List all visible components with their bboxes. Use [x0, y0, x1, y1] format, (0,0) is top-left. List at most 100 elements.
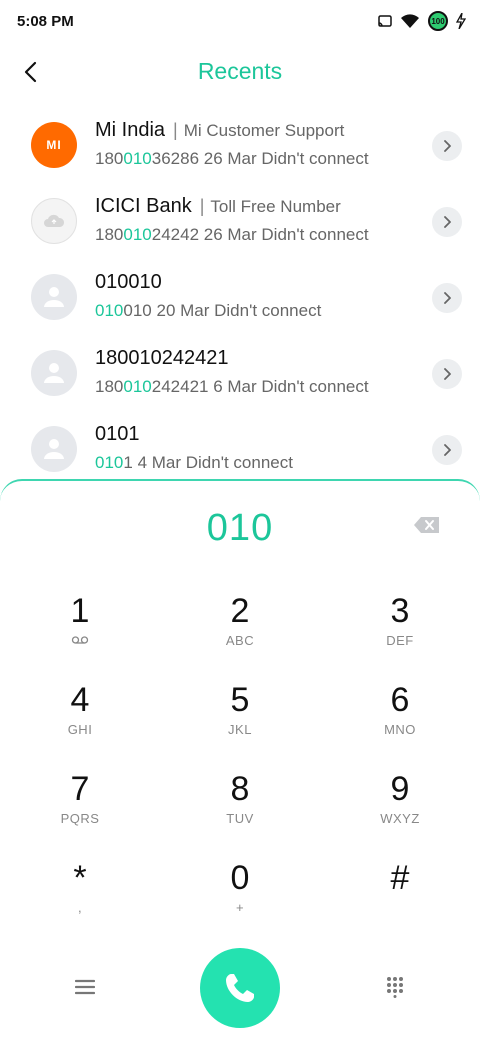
key-digit: 2: [230, 592, 250, 630]
key-digit: *: [73, 859, 87, 897]
key-letters: TUV: [226, 811, 254, 826]
title-separator: |: [199, 196, 205, 216]
key-star[interactable]: * ,: [20, 858, 140, 938]
voicemail-icon: [20, 633, 140, 649]
detail-button[interactable]: [432, 283, 462, 313]
keypad-toggle-button[interactable]: [380, 972, 410, 1002]
detail-button[interactable]: [432, 207, 462, 237]
key-1[interactable]: 1: [20, 591, 140, 671]
key-4[interactable]: 4 GHI: [20, 680, 140, 760]
key-letters: MNO: [384, 722, 416, 737]
number-prefix: 180: [95, 149, 124, 168]
chevron-right-icon: [444, 292, 451, 304]
key-letters: PQRS: [60, 811, 100, 826]
key-0[interactable]: 0 +: [180, 858, 300, 938]
key-3[interactable]: 3 DEF: [340, 591, 460, 671]
list-item[interactable]: 180010242421 180010242421 6 Mar Didn't c…: [0, 335, 480, 411]
cast-icon: [378, 14, 392, 28]
dialed-number: 010: [206, 507, 274, 549]
detail-button[interactable]: [432, 435, 462, 465]
backspace-button[interactable]: [413, 515, 443, 539]
detail-button[interactable]: [432, 359, 462, 389]
key-7[interactable]: 7 PQRS: [20, 769, 140, 849]
contact-label: Toll Free Number: [210, 197, 341, 216]
key-digit: 9: [390, 770, 410, 808]
call-details: 0101 4 Mar Didn't connect: [95, 453, 293, 473]
number-match: 010: [123, 377, 152, 396]
cloud-icon: [44, 214, 65, 227]
status-bar: 5:08 PM 100: [0, 0, 480, 44]
contact-name: 0101: [95, 423, 140, 445]
battery-icon: 100: [428, 11, 448, 31]
key-letters: DEF: [386, 633, 414, 648]
key-5[interactable]: 5 JKL: [180, 680, 300, 760]
wifi-icon: [400, 13, 420, 29]
key-8[interactable]: 8 TUV: [180, 769, 300, 849]
chevron-right-icon: [444, 216, 451, 228]
cloud-avatar: [31, 198, 77, 244]
key-letters: WXYZ: [380, 811, 420, 826]
contact-name: 010010: [95, 271, 162, 293]
chevron-right-icon: [444, 368, 451, 380]
contact-title: 180010242421: [95, 347, 228, 370]
mi-logo-avatar: MI: [31, 122, 77, 168]
list-item[interactable]: 010010 010010 20 Mar Didn't connect: [0, 259, 480, 335]
recents-list: MI Mi India | Mi Customer Support 18001036…: [0, 107, 480, 479]
key-letters: JKL: [228, 722, 252, 737]
menu-button[interactable]: [70, 972, 100, 1002]
key-9[interactable]: 9 WXYZ: [340, 769, 460, 849]
contact-name: Mi India: [95, 119, 166, 141]
detail-button[interactable]: [432, 131, 462, 161]
person-avatar: [31, 426, 77, 472]
person-icon: [44, 363, 64, 383]
call-details: 18001036286 26 Mar Didn't connect: [95, 149, 369, 169]
call-details: 010010 20 Mar Didn't connect: [95, 301, 321, 321]
number-suffix: 1: [123, 453, 133, 472]
contact-name: ICICI Bank: [95, 195, 192, 217]
dialpad-sheet: 010 1 2 ABC 3 DEF 4 GHI 5 JKL 6 MNO 7 PQ…: [0, 479, 480, 1040]
phone-icon: [226, 974, 254, 1002]
key-hash[interactable]: #: [340, 858, 460, 938]
contact-title: ICICI Bank | Toll Free Number: [95, 195, 341, 218]
key-letters: ,: [77, 900, 83, 915]
number-prefix: 180: [95, 225, 124, 244]
contact-title: Mi India | Mi Customer Support: [95, 119, 344, 142]
key-digit: 6: [390, 681, 410, 719]
key-letters: +: [235, 900, 245, 915]
key-letters: GHI: [67, 722, 93, 737]
contact-name: 180010242421: [95, 347, 229, 369]
number-match: 010: [123, 225, 152, 244]
contact-title: 010010: [95, 271, 162, 294]
contact-title: 0101: [95, 423, 140, 446]
key-digit: 8: [230, 770, 250, 808]
key-6[interactable]: 6 MNO: [340, 680, 460, 760]
chevron-right-icon: [444, 140, 451, 152]
page-title: Recents: [197, 58, 283, 84]
number-match: 010: [95, 301, 124, 320]
chevron-right-icon: [444, 444, 451, 456]
title-separator: |: [173, 120, 178, 140]
charging-icon: [456, 13, 466, 29]
call-button[interactable]: [200, 948, 280, 1028]
person-avatar: [31, 350, 77, 396]
list-item[interactable]: 0101 0101 4 Mar Didn't connect: [0, 411, 480, 479]
key-letters: ABC: [225, 633, 255, 648]
menu-icon: [75, 979, 95, 995]
call-details: 180010242421 6 Mar Didn't connect: [95, 377, 369, 397]
number-prefix: 180: [95, 377, 124, 396]
person-avatar: [31, 274, 77, 320]
key-digit: 1: [70, 592, 90, 630]
key-digit: 7: [70, 770, 90, 808]
dialer-bottom-bar: [0, 946, 480, 1030]
list-item[interactable]: ICICI Bank | Toll Free Number 18001024242 …: [0, 183, 480, 259]
number-suffix: 24242: [151, 225, 200, 244]
list-item[interactable]: MI Mi India | Mi Customer Support 18001036…: [0, 107, 480, 183]
call-details: 18001024242 26 Mar Didn't connect: [95, 225, 369, 245]
key-2[interactable]: 2 ABC: [180, 591, 300, 671]
call-meta: 26 Mar Didn't connect: [203, 225, 369, 244]
call-meta: 4 Mar Didn't connect: [137, 453, 293, 472]
number-suffix: 010: [123, 301, 152, 320]
mi-logo-text: MI: [46, 138, 62, 152]
header: Recents: [0, 44, 480, 100]
call-meta: 6 Mar Didn't connect: [213, 377, 369, 396]
